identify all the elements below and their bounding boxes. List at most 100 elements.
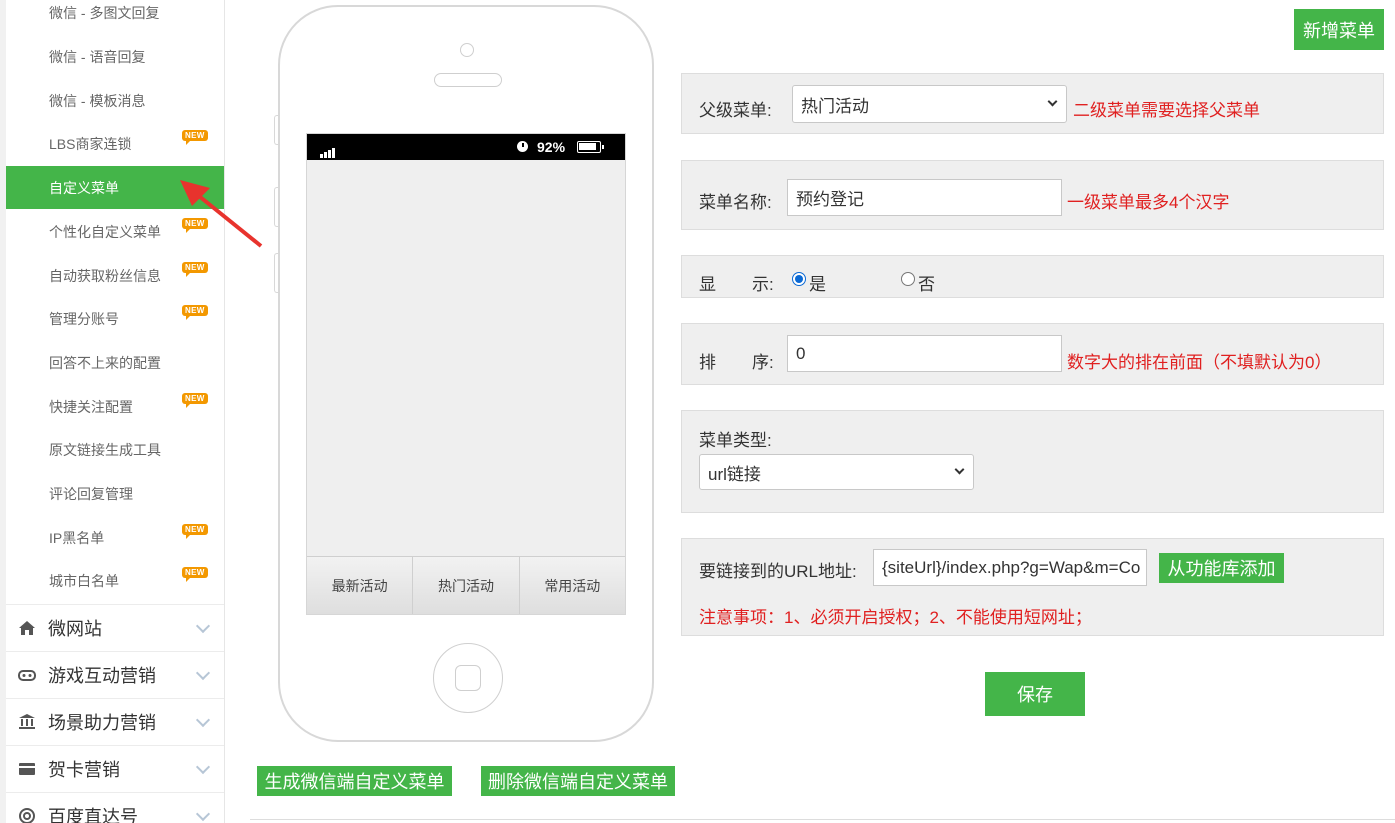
chevron-down-icon (195, 618, 211, 634)
add-from-library-button[interactable]: 从功能库添加 (1159, 553, 1284, 583)
new-badge: NEW (182, 567, 208, 582)
menu-name-input[interactable]: 预约登记 (787, 179, 1062, 216)
sidebar-item-2[interactable]: 微信 - 语音回复 (6, 35, 224, 78)
menu-name-hint: 一级菜单最多4个汉字 (1067, 193, 1230, 212)
signal-icon (320, 142, 336, 158)
phone-menu-bar: 最新活动 热门活动 常用活动 (307, 556, 625, 614)
sidebar-item-label: 管理分账号 (49, 310, 119, 327)
chevron-down-icon (195, 806, 211, 822)
menu-type-select[interactable]: url链接 (699, 454, 974, 490)
sidebar-category-5[interactable]: 百度直达号 (6, 792, 224, 823)
menu-type-row: 菜单类型: url链接 (681, 410, 1384, 513)
sidebar-item-label: IP黑名单 (49, 529, 105, 546)
sidebar-category-4[interactable]: 贺卡营销 (6, 745, 224, 792)
sidebar-item-13[interactable]: IP黑名单 NEW (6, 516, 224, 559)
gamepad-icon (18, 666, 36, 684)
new-badge: NEW (182, 305, 208, 320)
menu-type-label: 菜单类型: (699, 431, 772, 450)
new-badge: NEW (182, 262, 208, 277)
url-notice: 注意事项：1、必须开启授权；2、不能使用短网址； (699, 608, 1092, 627)
phone-menu-item-3[interactable]: 常用活动 (520, 557, 625, 614)
chevron-down-icon (195, 759, 211, 775)
parent-menu-row: 父级菜单: 热门活动 二级菜单需要选择父菜单 (681, 73, 1384, 134)
chevron-down-icon (1047, 96, 1058, 107)
url-label: 要链接到的URL地址: (699, 562, 857, 581)
sidebar-item-8[interactable]: 管理分账号 NEW (6, 297, 224, 340)
parent-menu-value: 热门活动 (801, 96, 869, 116)
sidebar-item-9[interactable]: 回答不上来的配置 (6, 341, 224, 384)
phone-menu-item-2[interactable]: 热门活动 (413, 557, 520, 614)
sidebar-item-7[interactable]: 自动获取粉丝信息 NEW (6, 254, 224, 297)
show-label-second: 示: (752, 275, 774, 294)
clock-icon (517, 141, 528, 152)
sidebar-item-12[interactable]: 评论回复管理 (6, 472, 224, 515)
sidebar-item-label: 微信 - 语音回复 (49, 48, 146, 65)
sidebar-item-1[interactable]: 微信 - 多图文回复 (6, 0, 224, 34)
sidebar-category-1[interactable]: 微网站 (6, 604, 224, 651)
sidebar-item-label: 自动获取粉丝信息 (49, 267, 161, 284)
sidebar-category-label: 场景助力营销 (48, 713, 156, 733)
parent-menu-hint: 二级菜单需要选择父菜单 (1073, 101, 1260, 120)
sidebar-item-label: 快捷关注配置 (49, 398, 133, 415)
battery-percent: 92% (537, 139, 566, 155)
save-button[interactable]: 保存 (985, 672, 1085, 716)
battery-icon (577, 141, 604, 153)
sidebar-item-label: 自定义菜单 (49, 179, 119, 196)
sidebar-item-label: 微信 - 多图文回复 (49, 4, 160, 21)
chevron-down-icon (954, 464, 965, 475)
at-icon (18, 807, 36, 823)
sort-label-first: 排 (699, 353, 716, 372)
phone-camera (460, 43, 474, 57)
sidebar-category-label: 微网站 (48, 619, 102, 639)
sidebar-category-3[interactable]: 场景助力营销 (6, 698, 224, 745)
phone-home-square-icon (455, 665, 481, 691)
show-no-radio[interactable] (901, 272, 915, 286)
sidebar-item-label: LBS商家连锁 (49, 135, 132, 152)
sidebar-item-3[interactable]: 微信 - 模板消息 (6, 79, 224, 122)
show-yes-label[interactable]: 是 (809, 270, 826, 295)
home-icon (18, 619, 36, 637)
sidebar-item-label: 微信 - 模板消息 (49, 92, 146, 109)
phone-screen: 92% 最新活动 热门活动 常用活动 (306, 133, 626, 615)
phone-status-bar: 92% (307, 134, 625, 160)
new-badge: NEW (182, 393, 208, 408)
show-yes-radio[interactable] (792, 272, 806, 286)
chevron-down-icon (195, 712, 211, 728)
sidebar-item-label: 回答不上来的配置 (49, 354, 161, 371)
sort-hint: 数字大的排在前面（不填默认为0） (1067, 353, 1332, 372)
sidebar-item-11[interactable]: 原文链接生成工具 (6, 428, 224, 471)
sidebar-item-label: 个性化自定义菜单 (49, 223, 161, 240)
menu-name-row: 菜单名称: 预约登记 一级菜单最多4个汉字 (681, 160, 1384, 230)
parent-menu-select[interactable]: 热门活动 (792, 85, 1067, 123)
sidebar: 微信 - 多图文回复 微信 - 语音回复 微信 - 模板消息 LBS商家连锁 NEW 自定… (0, 0, 225, 823)
phone-volume-up (274, 187, 278, 227)
generate-wechat-menu-button[interactable]: 生成微信端自定义菜单 (257, 766, 452, 796)
phone-menu-item-1[interactable]: 最新活动 (307, 557, 414, 614)
sort-label-second: 序: (752, 353, 774, 372)
parent-menu-label: 父级菜单: (699, 101, 772, 120)
sort-input[interactable]: 0 (787, 335, 1062, 372)
bottom-divider (250, 819, 1395, 820)
sidebar-item-label: 评论回复管理 (49, 485, 133, 502)
sidebar-category-label: 游戏互动营销 (48, 666, 156, 686)
sidebar-item-10[interactable]: 快捷关注配置 NEW (6, 385, 224, 428)
delete-wechat-menu-button[interactable]: 删除微信端自定义菜单 (481, 766, 675, 796)
add-menu-button[interactable]: 新增菜单 (1294, 9, 1384, 50)
sidebar-item-4[interactable]: LBS商家连锁 NEW (6, 122, 224, 165)
sidebar-category-2[interactable]: 游戏互动营销 (6, 651, 224, 698)
phone-mute-switch (274, 115, 278, 145)
show-no-label[interactable]: 否 (918, 270, 935, 295)
new-badge: NEW (182, 524, 208, 539)
phone-preview: 92% 最新活动 热门活动 常用活动 (274, 5, 654, 742)
bank-icon (18, 713, 36, 731)
menu-name-label: 菜单名称: (699, 193, 772, 212)
sidebar-category-label: 贺卡营销 (48, 760, 120, 780)
show-row: 显 示: 是 否 (681, 255, 1384, 298)
show-label-first: 显 (699, 275, 716, 294)
menu-type-value: url链接 (708, 464, 761, 484)
sidebar-item-14[interactable]: 城市白名单 NEW (6, 559, 224, 602)
arrow-annotation-icon (180, 180, 263, 248)
url-input[interactable]: {siteUrl}/index.php?g=Wap&m=Co (873, 549, 1147, 586)
chevron-down-icon (195, 665, 211, 681)
phone-speaker (434, 73, 502, 87)
